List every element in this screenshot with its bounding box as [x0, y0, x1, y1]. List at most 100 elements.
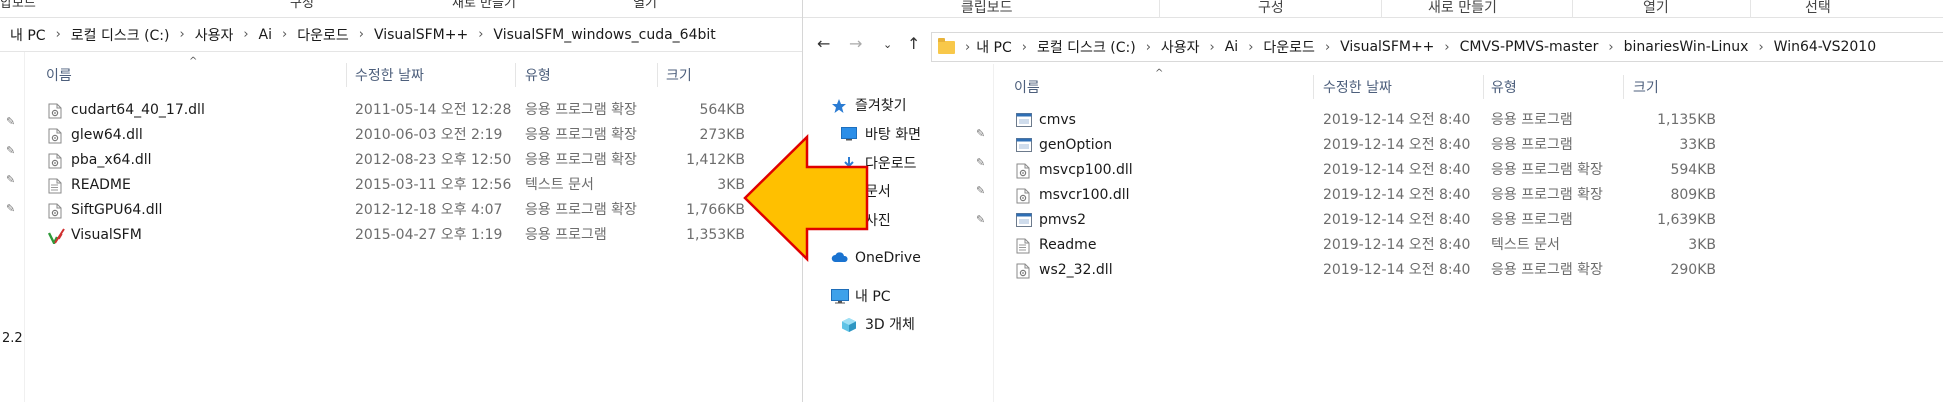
folder-icon — [938, 37, 955, 54]
column-separator[interactable] — [1483, 75, 1484, 99]
column-header-size[interactable]: 크기 — [666, 60, 692, 90]
ribbon-clipboard[interactable]: 압보드 — [0, 0, 36, 11]
breadcrumb-chevron-icon: › — [358, 27, 364, 42]
breadcrumb-chevron-icon: › — [1248, 39, 1254, 55]
breadcrumb-item[interactable]: VisualSFM_windows_cuda_64bit — [493, 27, 715, 43]
file-row[interactable]: README 2015-03-11 오후 12:56 텍스트 문서 3KB — [0, 173, 760, 198]
dll-icon — [1016, 163, 1030, 179]
file-row[interactable]: SiftGPU64.dll 2012-12-18 오후 4:07 응용 프로그램 확… — [0, 198, 760, 223]
column-header-date[interactable]: 수정한 날짜 — [355, 60, 424, 90]
ribbon-select[interactable]: 선택 — [1805, 0, 1831, 16]
breadcrumb-chevron-icon: › — [1608, 39, 1614, 55]
breadcrumb-item[interactable]: 사용자 — [1161, 37, 1200, 57]
back-arrow-icon[interactable]: ← — [817, 34, 830, 53]
file-name: ws2_32.dll — [1039, 262, 1113, 278]
file-size: 3KB — [1688, 237, 1716, 253]
nav-tree-label: 3D 개체 — [865, 317, 915, 333]
column-header-date[interactable]: 수정한 날짜 — [1323, 72, 1392, 102]
breadcrumb-item[interactable]: 다운로드 — [1263, 37, 1315, 57]
file-date: 2019-12-14 오전 8:40 — [1323, 212, 1471, 228]
column-separator[interactable] — [515, 63, 516, 87]
exe-icon — [1016, 213, 1032, 229]
file-row[interactable]: ws2_32.dll 2019-12-14 오전 8:40 응용 프로그램 확장 29… — [803, 258, 1803, 283]
column-header-name[interactable]: 이름 — [1014, 72, 1040, 102]
column-header-type[interactable]: 유형 — [525, 60, 551, 90]
file-row[interactable]: genOption 2019-12-14 오전 8:40 응용 프로그램 33KB — [803, 133, 1803, 158]
file-date: 2019-12-14 오전 8:40 — [1323, 237, 1471, 253]
file-type: 응용 프로그램 확장 — [525, 202, 637, 218]
column-header-name[interactable]: 이름 — [46, 60, 72, 90]
file-date: 2015-03-11 오후 12:56 — [355, 177, 512, 193]
ribbon-open[interactable]: 열기 — [633, 0, 657, 11]
nav-tree-item[interactable]: 내 PC — [831, 285, 891, 307]
sort-up-icon: ^ — [189, 56, 198, 67]
ribbon-open[interactable]: 열기 — [1643, 0, 1669, 16]
ribbon-clipboard[interactable]: 클립보드 — [961, 0, 1013, 16]
file-date: 2019-12-14 오전 8:40 — [1323, 162, 1471, 178]
breadcrumb-item[interactable]: Ai — [1225, 39, 1238, 55]
file-row[interactable]: cmvs 2019-12-14 오전 8:40 응용 프로그램 1,135KB — [803, 108, 1803, 133]
text-file-icon — [48, 178, 62, 194]
this-pc-icon — [831, 289, 849, 304]
breadcrumb-item[interactable]: 로컬 디스크 (C:) — [1037, 37, 1136, 57]
ribbon-organize[interactable]: 구성 — [290, 0, 314, 11]
breadcrumb-item[interactable]: 내 PC — [976, 37, 1012, 57]
file-row[interactable]: pmvs2 2019-12-14 오전 8:40 응용 프로그램 1,639KB — [803, 208, 1803, 233]
file-size: 290KB — [1670, 262, 1716, 278]
breadcrumb-item[interactable]: 내 PC — [10, 25, 46, 45]
chevron-down-icon[interactable]: ⌄ — [883, 38, 892, 51]
column-separator[interactable] — [657, 63, 658, 87]
file-row[interactable]: VisualSFM 2015-04-27 오후 1:19 응용 프로그램 1,353K… — [0, 223, 760, 248]
left-ribbon: 압보드 구성 새로 만들기 열기 — [0, 0, 802, 18]
breadcrumb-item[interactable]: 사용자 — [195, 25, 234, 45]
file-type: 응용 프로그램 — [1491, 212, 1573, 228]
column-separator[interactable] — [1313, 75, 1314, 99]
visualsfm-app-icon — [47, 228, 65, 246]
breadcrumb-item[interactable]: binariesWin-Linux — [1624, 39, 1749, 55]
file-row[interactable]: msvcp100.dll 2019-12-14 오전 8:40 응용 프로그램 확장… — [803, 158, 1803, 183]
breadcrumb-item[interactable]: 다운로드 — [297, 25, 349, 45]
breadcrumb-item[interactable]: Win64-VS2010 — [1774, 39, 1876, 55]
file-row[interactable]: Readme 2019-12-14 오전 8:40 텍스트 문서 3KB — [803, 233, 1803, 258]
file-date: 2019-12-14 오전 8:40 — [1323, 262, 1471, 278]
column-separator[interactable] — [1623, 75, 1624, 99]
up-arrow-icon[interactable]: ↑ — [907, 34, 920, 53]
file-type: 텍스트 문서 — [525, 177, 594, 193]
ribbon-new[interactable]: 새로 만들기 — [1428, 0, 1497, 16]
exe-icon — [1016, 138, 1032, 154]
file-type: 응용 프로그램 확장 — [525, 152, 637, 168]
file-name: SiftGPU64.dll — [71, 202, 163, 218]
column-header-type[interactable]: 유형 — [1491, 72, 1517, 102]
file-row[interactable]: pba_x64.dll 2012-08-23 오후 12:50 응용 프로그램 확장… — [0, 148, 760, 173]
dll-icon — [48, 128, 62, 144]
right-address-bar[interactable]: › 내 PC › 로컬 디스크 (C:) › 사용자 › Ai › 다운로드 ›… — [931, 32, 1943, 62]
file-date: 2019-12-14 오전 8:40 — [1323, 137, 1471, 153]
file-size: 1,639KB — [1657, 212, 1716, 228]
column-separator[interactable] — [346, 63, 347, 87]
file-row[interactable]: cudart64_40_17.dll 2011-05-14 오전 12:28 응용 … — [0, 98, 760, 123]
breadcrumb-item[interactable]: CMVS-PMVS-master — [1460, 39, 1599, 55]
breadcrumb-chevron-icon: › — [1021, 39, 1027, 55]
ribbon-new[interactable]: 새로 만들기 — [452, 0, 516, 11]
dll-icon — [48, 103, 62, 119]
breadcrumb-item[interactable]: VisualSFM++ — [1340, 39, 1434, 55]
file-size: 594KB — [1670, 162, 1716, 178]
breadcrumb-chevron-icon: › — [965, 39, 971, 55]
breadcrumb-item[interactable]: Ai — [259, 27, 272, 43]
left-address-bar[interactable]: 내 PC › 로컬 디스크 (C:) › 사용자 › Ai › 다운로드 › V… — [0, 18, 802, 52]
ribbon-organize[interactable]: 구성 — [1258, 0, 1284, 16]
breadcrumb-item[interactable]: 로컬 디스크 (C:) — [71, 25, 170, 45]
breadcrumb-chevron-icon: › — [282, 27, 288, 42]
file-row[interactable]: glew64.dll 2010-06-03 오전 2:19 응용 프로그램 확장 27… — [0, 123, 760, 148]
file-row[interactable]: msvcr100.dll 2019-12-14 오전 8:40 응용 프로그램 확장… — [803, 183, 1803, 208]
column-header-size[interactable]: 크기 — [1633, 72, 1659, 102]
right-navigation-bar: ← → ⌄ ↑ › 내 PC › 로컬 디스크 (C:) › 사용자 › Ai … — [803, 28, 1943, 64]
breadcrumb-item[interactable]: VisualSFM++ — [374, 27, 468, 43]
breadcrumb-chevron-icon: › — [478, 27, 484, 42]
file-size: 3KB — [717, 177, 745, 193]
forward-arrow-icon[interactable]: → — [849, 34, 862, 53]
file-type: 응용 프로그램 — [525, 227, 607, 243]
file-name: cmvs — [1039, 112, 1076, 128]
left-arrow-annotation — [743, 134, 869, 262]
nav-tree-item[interactable]: 3D 개체 — [841, 313, 915, 335]
